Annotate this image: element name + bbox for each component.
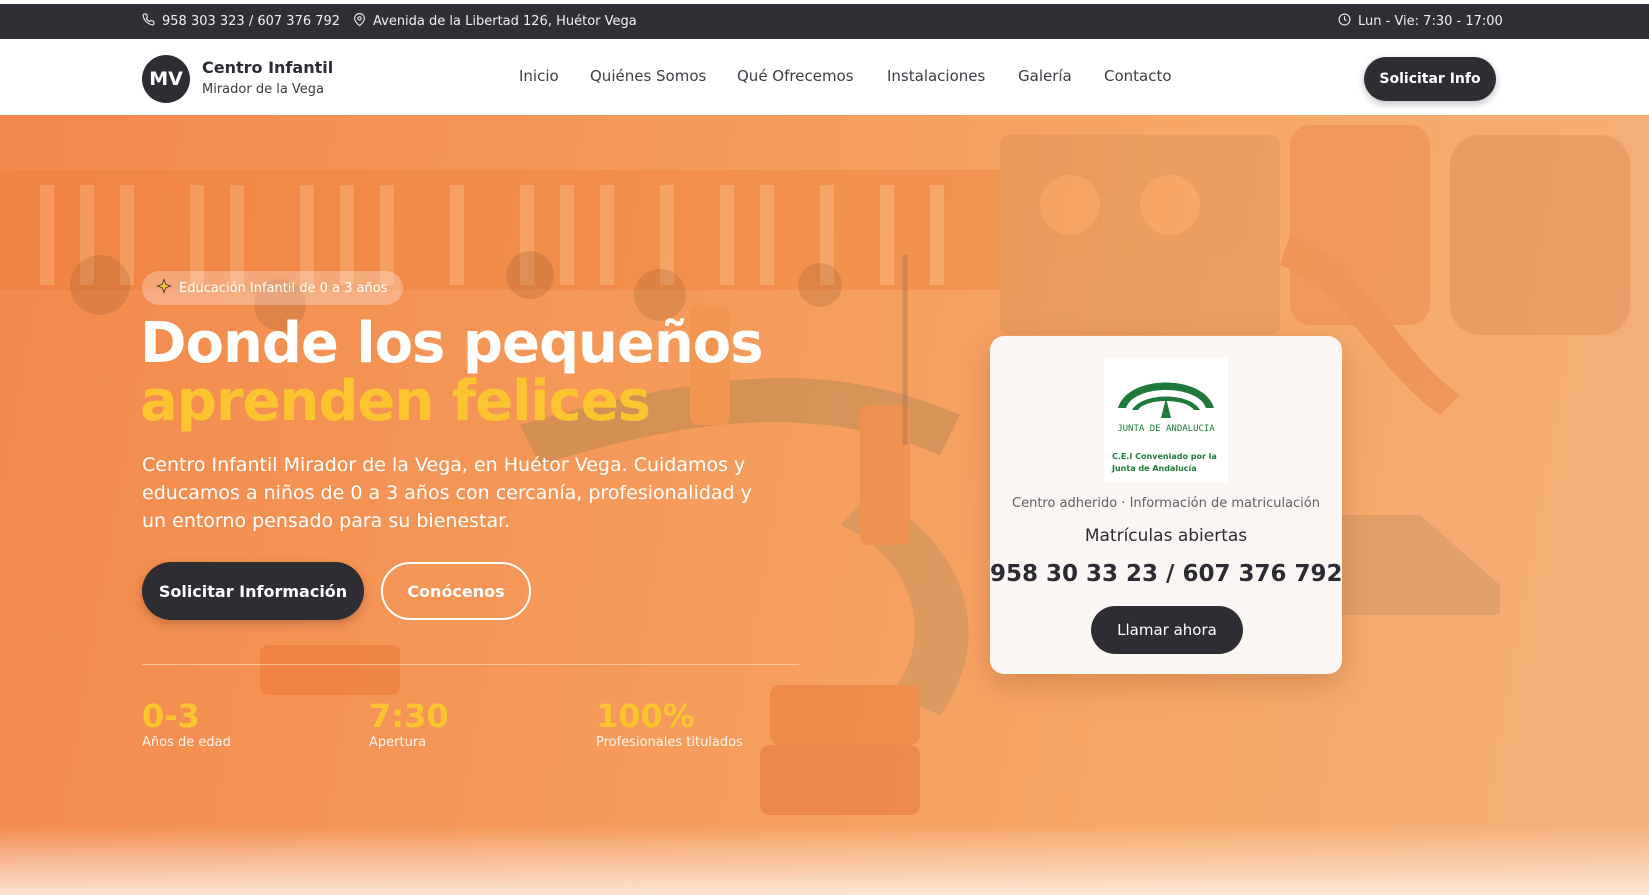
enrollment-card: JUNTA DE ANDALUCIA C.E.I Conveniado por … <box>990 336 1343 674</box>
top-info-bar: 958 303 323 / 607 376 792 Avenida de la … <box>0 4 1649 39</box>
stat-value-professionals: 100% <box>596 697 695 735</box>
solicitar-info-button[interactable]: Solicitar Info <box>1364 57 1496 101</box>
topbar-hours-text: Lun - Vie: 7:30 - 17:00 <box>1358 14 1503 29</box>
logo-badge[interactable]: MV <box>142 55 190 103</box>
stat-value-age: 0-3 <box>142 697 200 735</box>
logo-title[interactable]: Centro Infantil <box>202 58 333 77</box>
topbar-address-text: Avenida de la Libertad 126, Huétor Vega <box>373 14 637 29</box>
stat-label-opening: Apertura <box>369 735 427 750</box>
hero-section: Educación Infantil de 0 a 3 años Donde l… <box>0 115 1649 895</box>
nav-inicio[interactable]: Inicio <box>519 67 559 85</box>
card-phone-numbers[interactable]: 958 30 33 23 / 607 376 792 <box>990 561 1343 587</box>
nav-galeria[interactable]: Galería <box>1018 67 1072 85</box>
hero-description: Centro Infantil Mirador de la Vega, en H… <box>142 454 752 532</box>
card-subtitle: Centro adherido · Información de matricu… <box>1012 496 1320 511</box>
hero-title-line-2: aprenden felices <box>140 369 651 434</box>
hero-bottom-fade <box>0 825 1649 895</box>
stat-label-professionals: Profesionales titulados <box>596 735 743 750</box>
sparkles-icon <box>156 278 172 298</box>
nav-que-ofrecemos[interactable]: Qué Ofrecemos <box>737 67 854 85</box>
topbar-hours: Lun - Vie: 7:30 - 17:00 <box>1338 4 1503 39</box>
junta-caption-2: Junta de Andalucía <box>1112 464 1197 473</box>
hero-badge: Educación Infantil de 0 a 3 años <box>142 271 404 305</box>
hero-title-line-1: Donde los pequeños <box>140 311 764 376</box>
map-pin-icon <box>353 13 366 30</box>
logo-subtitle[interactable]: Mirador de la Vega <box>202 82 324 97</box>
junta-logo-text: JUNTA DE ANDALUCIA <box>1117 424 1215 434</box>
nav-instalaciones[interactable]: Instalaciones <box>887 67 985 85</box>
solicitar-informacion-button[interactable]: Solicitar Información <box>142 562 364 620</box>
phone-icon <box>142 13 155 30</box>
junta-andalucia-logo: JUNTA DE ANDALUCIA C.E.I Conveniado por … <box>1104 358 1228 482</box>
card-title: Matrículas abiertas <box>1084 526 1248 546</box>
nav-quienes-somos[interactable]: Quiénes Somos <box>590 67 706 85</box>
stat-label-age: Años de edad <box>142 735 231 750</box>
topbar-phone[interactable]: 958 303 323 / 607 376 792 <box>142 4 340 39</box>
hero-badge-text: Educación Infantil de 0 a 3 años <box>179 280 388 296</box>
stat-value-opening: 7:30 <box>369 697 449 735</box>
site-header: MV Centro Infantil Mirador de la Vega In… <box>0 39 1649 115</box>
clock-icon <box>1338 13 1351 30</box>
junta-arc-icon <box>1118 382 1214 418</box>
conocenos-button[interactable]: Conócenos <box>381 562 531 620</box>
topbar-phone-text: 958 303 323 / 607 376 792 <box>162 14 341 29</box>
nav-contacto[interactable]: Contacto <box>1104 67 1172 85</box>
topbar-address: Avenida de la Libertad 126, Huétor Vega <box>353 4 637 39</box>
hero-divider <box>142 664 799 665</box>
llamar-ahora-button[interactable]: Llamar ahora <box>1091 606 1243 654</box>
junta-caption-1: C.E.I Conveniado por la <box>1112 452 1217 461</box>
